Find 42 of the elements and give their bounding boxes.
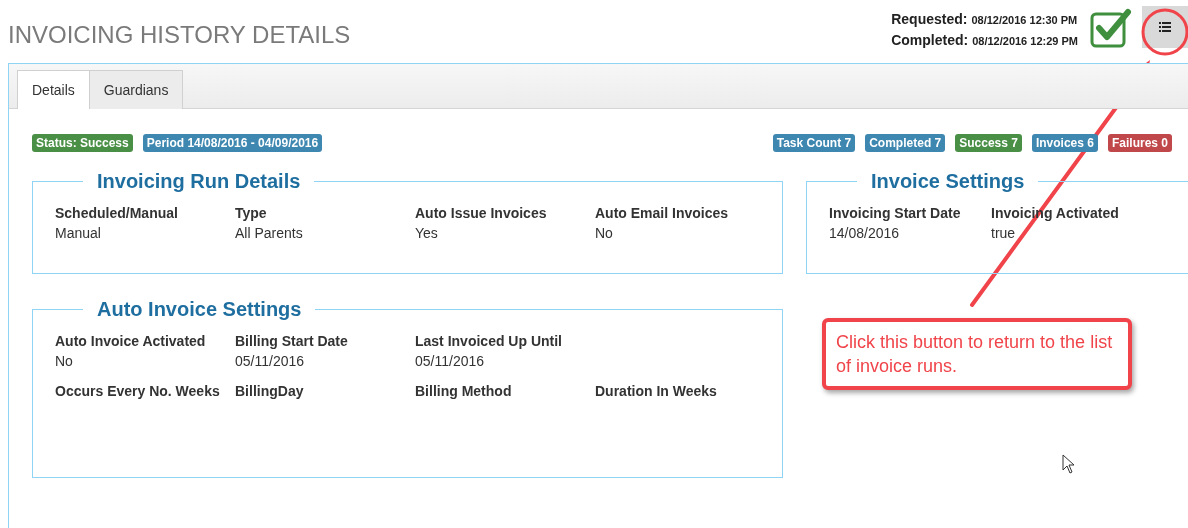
section-title: Auto Invoice Settings <box>96 298 303 321</box>
field-label: Invoicing Start Date <box>829 205 962 221</box>
tab[interactable]: Details <box>17 70 90 109</box>
field-value: 05/11/2016 <box>235 353 306 369</box>
field-label: BillingDay <box>235 383 305 399</box>
tab[interactable]: Guardians <box>89 70 184 109</box>
status-label: Invoices 6 <box>1031 134 1098 152</box>
field-label: Auto Invoice Activated <box>55 333 207 349</box>
field-label: Scheduled/Manual <box>55 205 179 221</box>
status-label: Task Count 7 <box>772 134 856 152</box>
field-label: Type <box>235 205 268 221</box>
field-value: Yes <box>415 225 439 241</box>
field-value: No <box>55 353 74 369</box>
section-title: Invoice Settings <box>870 170 1026 193</box>
field-value: true <box>991 225 1017 241</box>
status-label: Completed 7 <box>865 134 946 152</box>
timestamp-label: Requested: <box>891 11 968 27</box>
timestamp-value: 08/12/2016 12:30 PM <box>971 14 1078 26</box>
list-icon <box>1159 21 1171 32</box>
status-label: Status: Success <box>32 134 133 152</box>
field-value: All Parents <box>235 225 304 241</box>
field-label: Billing Start Date <box>235 333 349 349</box>
field-label: Duration In Weeks <box>595 383 718 399</box>
callout-note: Click this button to return to the list of invoice runs. <box>822 318 1132 390</box>
field-value: 14/08/2016 <box>829 225 901 241</box>
field-label: Auto Email Invoices <box>595 205 730 221</box>
page-title: INVOICING HISTORY DETAILS <box>8 20 352 49</box>
status-label: Success 7 <box>955 134 1022 152</box>
timestamp-value: 08/12/2016 12:29 PM <box>972 35 1078 47</box>
cursor-icon <box>1062 454 1076 474</box>
field-label: Last Invoiced Up Until <box>415 333 563 349</box>
timestamp-label: Completed: <box>891 32 969 48</box>
field-label: Auto Issue Invoices <box>415 205 548 221</box>
field-value: 05/11/2016 <box>415 353 486 369</box>
field-value: Manual <box>55 225 102 241</box>
field-label: Billing Method <box>415 383 513 399</box>
field-value: No <box>595 225 614 241</box>
field-label: Occurs Every No. Weeks <box>55 383 221 399</box>
check-icon <box>1090 7 1132 48</box>
section-title: Invoicing Run Details <box>96 170 302 193</box>
status-label: Failures 0 <box>1107 134 1172 152</box>
status-label: Period 14/08/2016 - 04/09/2016 <box>142 134 323 152</box>
